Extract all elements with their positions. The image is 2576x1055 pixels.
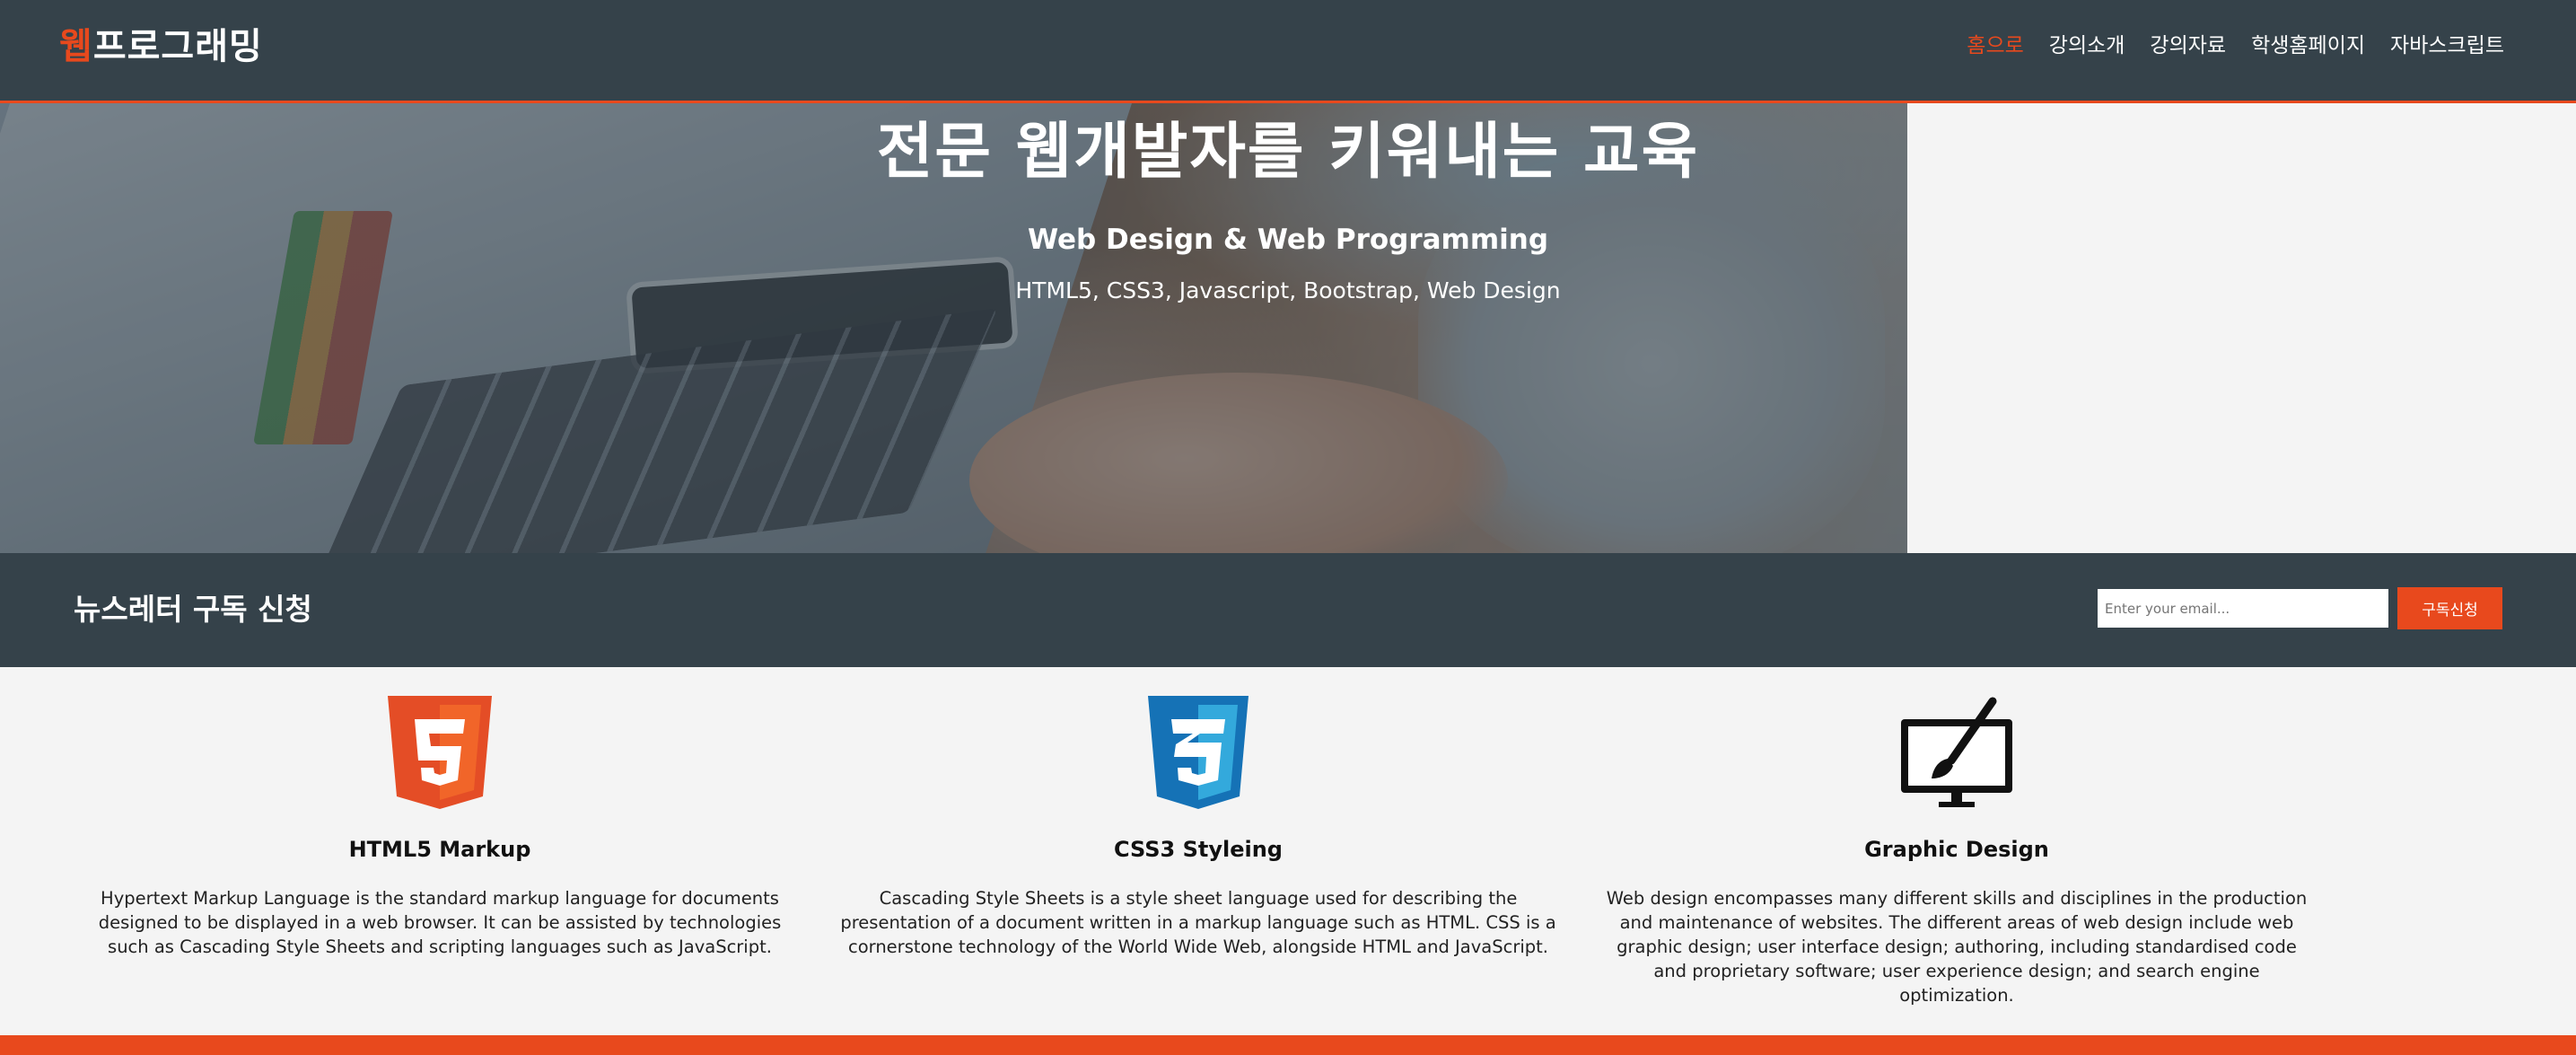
- feature-box-css3: CSS3 Styleing Cascading Style Sheets is …: [835, 696, 1562, 959]
- nav-link-lecture-intro[interactable]: 강의소개: [2049, 31, 2125, 61]
- site-header: 웹프로그래밍 홈으로 강의소개 강의자료 학생홈페이지 자바스크립트: [0, 0, 2576, 103]
- email-input[interactable]: [2098, 589, 2388, 628]
- feature-description: Cascading Style Sheets is a style sheet …: [840, 888, 1556, 957]
- hero-title: 전문 웹개발자를 키워내는 교육: [876, 117, 1700, 188]
- feature-box-graphic-design: Graphic Design Web design encompasses ma…: [1593, 696, 2320, 1007]
- logo-accent-text: 웹: [59, 26, 93, 67]
- css3-logo-icon: [1148, 696, 1249, 809]
- logo-text: 프로그래밍: [92, 26, 263, 67]
- hero-tags: HTML5, CSS3, Javascript, Bootstrap, Web …: [1015, 277, 1561, 303]
- feature-box-html5: HTML5 Markup Hypertext Markup Language i…: [76, 696, 803, 959]
- newsletter-heading: 뉴스레터 구독 신청: [74, 592, 312, 627]
- graphic-design-monitor-brush-icon: [1901, 697, 2012, 807]
- nav-link-lecture-materials[interactable]: 강의자료: [2150, 31, 2226, 61]
- hero-subtitle: Web Design & Web Programming: [1027, 224, 1549, 256]
- nav-link-student-homepage[interactable]: 학생홈페이지: [2251, 31, 2365, 61]
- feature-title: Graphic Design: [1864, 837, 2049, 862]
- newsletter-section: 뉴스레터 구독 신청 구독신청: [0, 553, 2576, 667]
- feature-description: Hypertext Markup Language is the standar…: [98, 888, 782, 957]
- site-logo[interactable]: 웹프로그래밍: [59, 20, 263, 74]
- feature-title: HTML5 Markup: [348, 837, 531, 862]
- subscribe-button[interactable]: 구독신청: [2397, 587, 2502, 629]
- html5-logo-icon: [388, 696, 492, 809]
- main-nav: 홈으로 강의소개 강의자료 학생홈페이지 자바스크립트: [1967, 31, 2504, 61]
- feature-title: CSS3 Styleing: [1113, 837, 1283, 862]
- feature-description: Web design encompasses many different sk…: [1606, 888, 2308, 1006]
- nav-link-home[interactable]: 홈으로: [1967, 31, 2023, 61]
- nav-link-javascript[interactable]: 자바스크립트: [2390, 31, 2504, 61]
- site-footer: [0, 1035, 2576, 1055]
